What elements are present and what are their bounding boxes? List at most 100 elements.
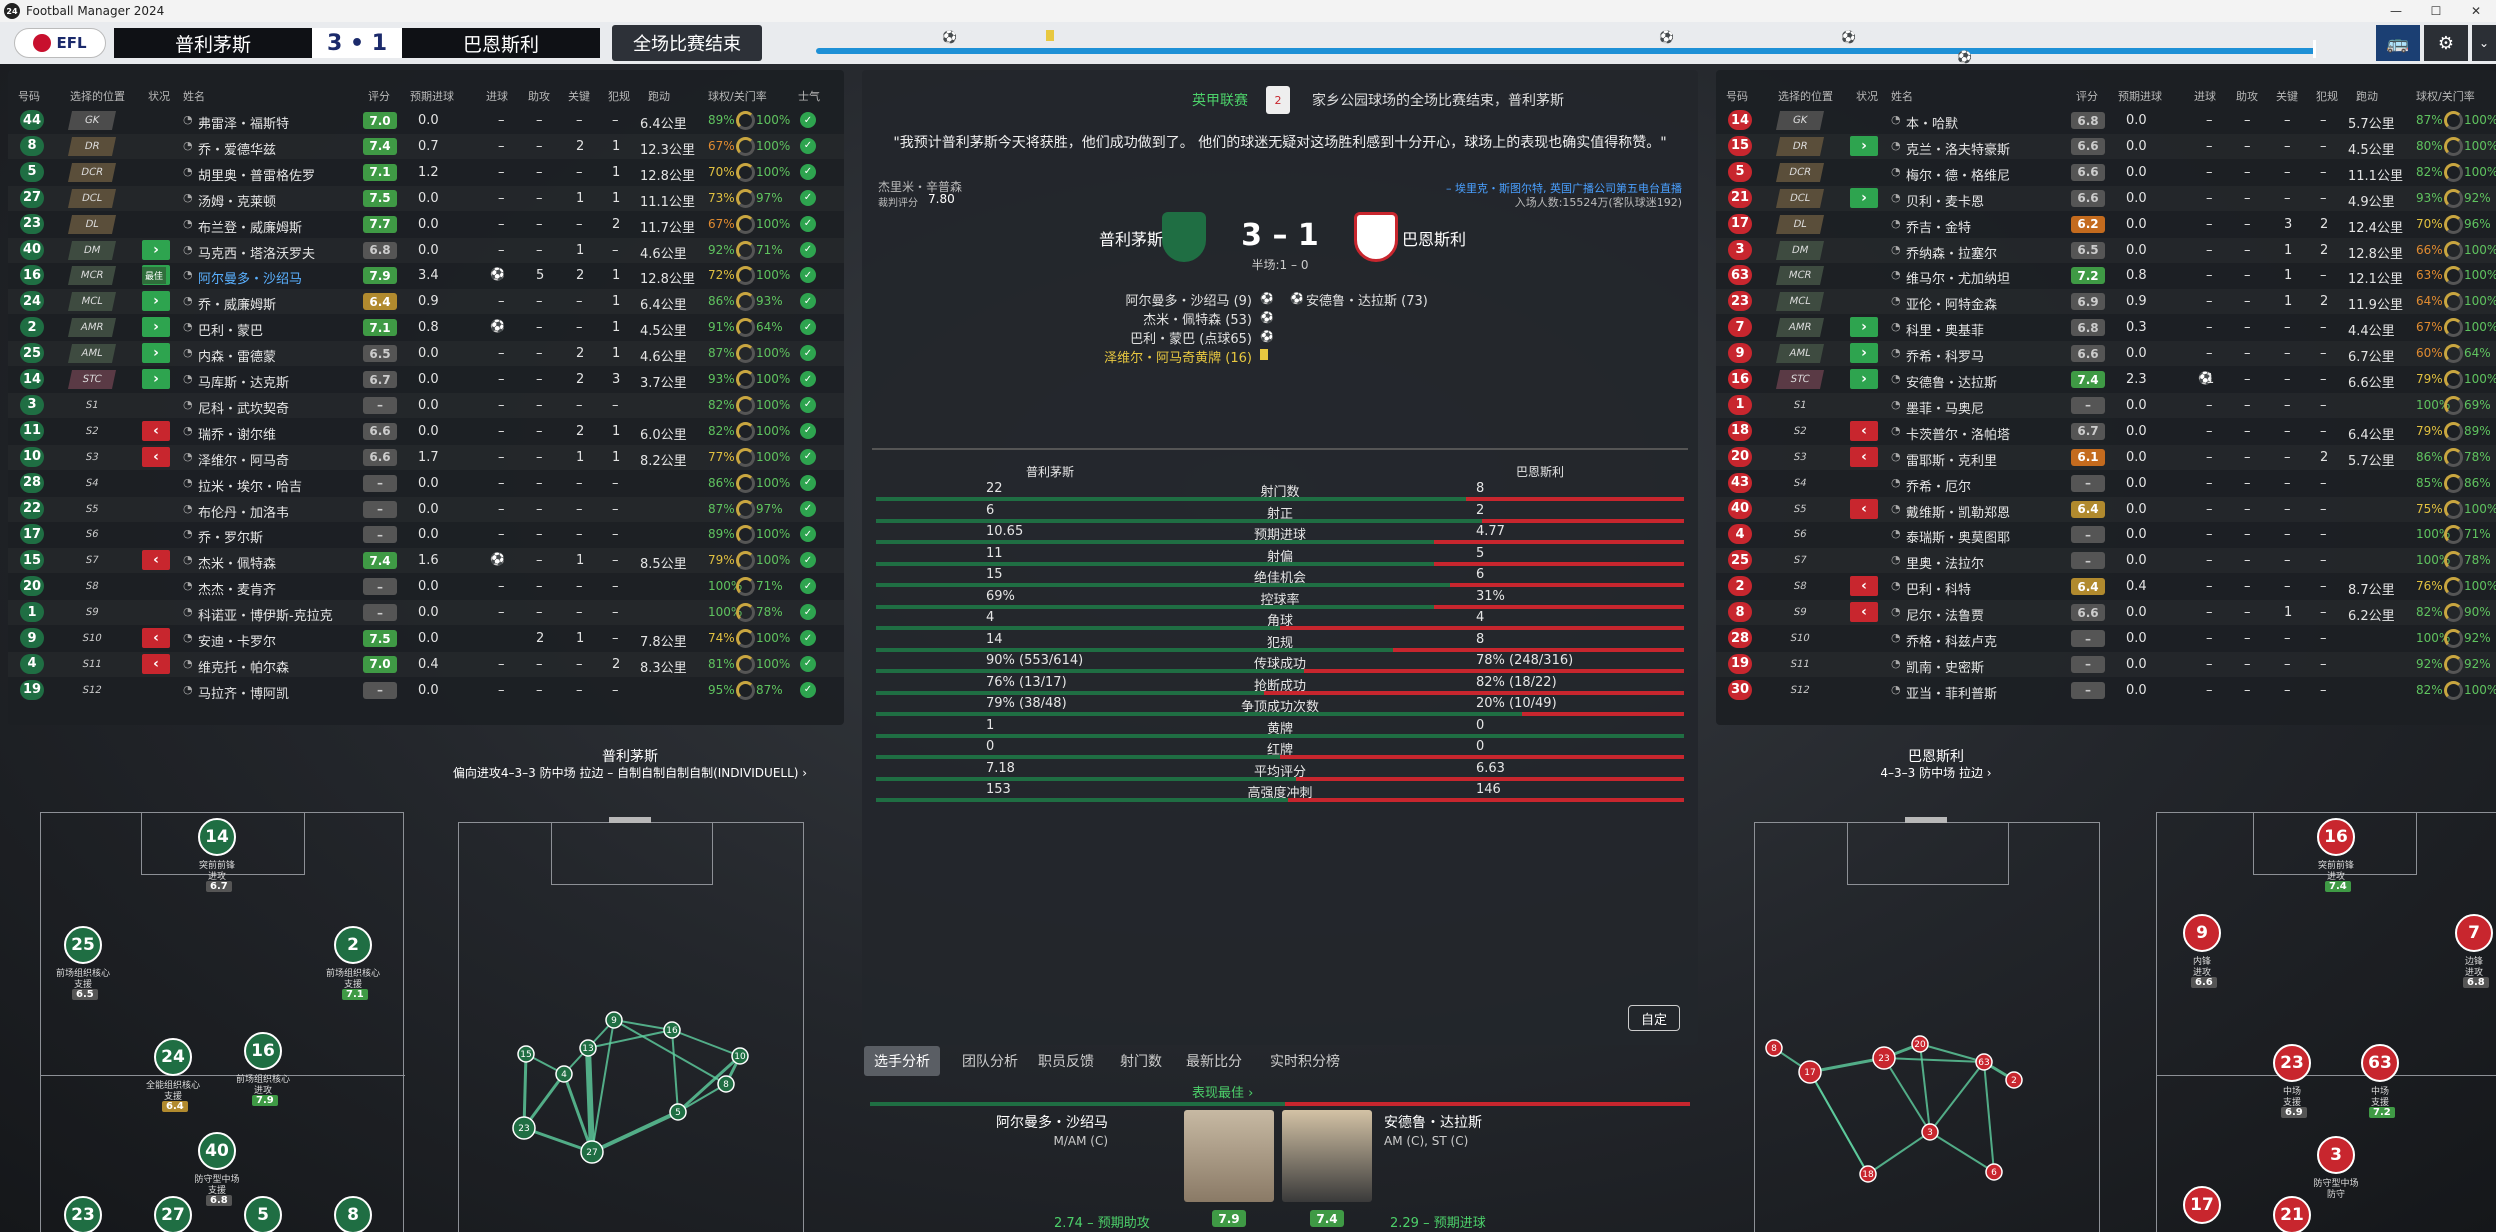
player-row[interactable]: 23 MCL ◔ 亚伦・阿特金森 6.9 0.9 – – 1 2 11.9公里 64% 100% [1716,289,2496,314]
formation-player[interactable]: 9 [2183,914,2221,952]
player-row[interactable]: 21 DCL › ◔ 贝利・麦卡恩 6.6 0.0 – – – – 4.9公里 93% 92% [1716,186,2496,211]
column-header[interactable]: 状况 [1856,88,1878,104]
player-name[interactable]: 马库斯・达克斯 [198,372,289,391]
player-row[interactable]: 43 S4 ◔ 乔希・厄尔 – 0.0 – – – – 85% 86% [1716,471,2496,496]
player-row[interactable]: 2 S8 ‹ ◔ 巴利・科特 6.4 0.4 – – – – 8.7公里 76% 100% [1716,574,2496,599]
player-row[interactable]: 4 S6 ◔ 泰瑞斯・奥莫图耶 –0.0– – – –100% 71% [1716,522,2496,547]
player-name[interactable]: 本・哈默 [1906,113,1958,132]
player-name[interactable]: 乔希・科罗马 [1906,346,1984,365]
player-name[interactable]: 乔格・科兹卢克 [1906,631,1997,650]
column-header[interactable]: 进球 [486,88,508,104]
column-header[interactable]: 进球 [2194,88,2216,104]
player-row[interactable]: 17 DL ◔ 乔吉・金特 6.2 0.0 – – 3 2 12.4公里 70% 96% [1716,212,2496,237]
formation-player[interactable]: 23 [64,1196,102,1232]
player-name[interactable]: 泽维尔・阿马奇 [198,450,289,469]
player-row[interactable]: 18 S2 ‹ ◔ 卡茨普尔・洛帕塔 6.7 0.0 – – – – 6.4公里 79% 89% [1716,419,2496,444]
column-header[interactable]: 号码 [1726,88,1748,104]
formation-player[interactable]: 3 [2317,1136,2355,1174]
player-row[interactable]: 7 AMR › ◔ 科里・奥基菲 6.8 0.3 – – – – 4.4公里 67% 100% [1716,315,2496,340]
tab-0[interactable]: 选手分析 [864,1046,940,1076]
home-goal-event[interactable]: 巴利・蒙巴 (点球65) [1130,328,1252,347]
player-name[interactable]: 克兰・洛夫特豪斯 [1906,139,2010,158]
gear-icon[interactable]: ⚙ [2424,25,2468,61]
player-name[interactable]: 乔・爱德华兹 [198,139,276,158]
formation-player[interactable]: 7 [2455,914,2493,952]
chevron-down-icon[interactable]: ⌄ [2472,25,2496,61]
player-name[interactable]: 维克托・帕尔森 [198,657,289,676]
player-row[interactable]: 40 DM › ◔ 马克西・塔洛沃罗夫 6.8 0.0 – – 1 – 4.6公里 92% 71% ✓ [8,238,844,263]
pass-node[interactable]: 6 [1985,1163,2003,1181]
player-name[interactable]: 乔・威廉姆斯 [198,294,276,313]
pass-node[interactable]: 23 [512,1116,536,1140]
player-row[interactable]: 4 S11 ‹ ◔ 维克托・帕尔森 7.0 0.4 – – – 2 8.3公里 81% 100% ✓ [8,652,844,677]
player-name[interactable]: 弗雷泽・福斯特 [198,113,289,132]
player-row[interactable]: 14 GK ◔ 本・哈默 6.8 0.0 – – – – 5.7公里 87% 100% [1716,108,2496,133]
formation-player[interactable]: 14 [198,818,236,856]
pass-node[interactable]: 20 [1911,1035,1929,1053]
home-goal-event[interactable]: 杰米・佩特森 (53) [1143,309,1252,328]
player-row[interactable]: 19 S12 ◔ 马拉齐・博阿凯 – 0.0 – – – – 95% 87% ✓ [8,678,844,703]
column-header[interactable]: 预期进球 [2118,88,2162,104]
formation-player[interactable]: 8 [334,1196,372,1232]
player-row[interactable]: 15 DR › ◔ 克兰・洛夫特豪斯 6.6 0.0 – – – – 4.5公里 80% 100% [1716,134,2496,159]
player-name[interactable]: 科里・奥基菲 [1906,320,1984,339]
player-row[interactable]: 8 DR ◔ 乔・爱德华兹 7.4 0.7 – – 2 1 12.3公里 67% 100% ✓ [8,134,844,159]
away-crest-icon[interactable] [1354,212,1398,262]
player-row[interactable]: 20 S8 ◔ 杰杰・麦肯齐 –0.0– – – –100% 71% ✓ [8,574,844,599]
player-name[interactable]: 乔吉・金特 [1906,217,1971,236]
pass-node[interactable]: 4 [555,1065,573,1083]
player-row[interactable]: 44 GK ◔ 弗雷泽・福斯特 7.0 0.0 – – – – 6.4公里 89% 100% ✓ [8,108,844,133]
column-header[interactable]: 状况 [148,88,170,104]
player-name[interactable]: 乔希・厄尔 [1906,476,1971,495]
player-name[interactable]: 瑞乔・谢尔维 [198,424,276,443]
pass-node[interactable]: 10 [731,1047,749,1065]
maximize-button[interactable]: ☐ [2416,0,2456,22]
player-row[interactable]: 3 S1 ◔ 尼科・武坎契奇 – 0.0 – – – – 82% 100% ✓ [8,393,844,418]
formation-player[interactable]: 2 [334,926,372,964]
player-row[interactable]: 22 S5 ◔ 布伦丹・加洛韦 – 0.0 – – – – 87% 97% ✓ [8,497,844,522]
league-badge[interactable]: EFL [14,28,106,58]
pass-node[interactable]: 3 [1921,1123,1939,1141]
player-name[interactable]: 戴维斯・凯勒郑恩 [1906,502,2010,521]
away-goal-event[interactable]: 安德鲁・达拉斯 (73) [1306,290,1428,309]
column-header[interactable]: 选择的位置 [70,88,125,104]
player-row[interactable]: 23 DL ◔ 布兰登・威廉姆斯 7.7 0.0 – – – 2 11.7公里 67% 100% ✓ [8,212,844,237]
home-tactic-formation[interactable]: 偏向进攻4–3–3 防中场 拉边 – 自制自制自制自制(INDIVIDUELL)… [410,764,850,781]
match-timeline[interactable]: ⚽ ⚽ ⚽ ⚽ [810,30,2316,64]
pass-node[interactable]: 8 [717,1075,735,1093]
close-button[interactable]: ✕ [2456,0,2496,22]
player-name[interactable]: 里奥・法拉尔 [1906,553,1984,572]
player-name[interactable]: 维马尔・尤加纳坦 [1906,268,2010,287]
player-row[interactable]: 14 STC › ◔ 马库斯・达克斯 6.7 0.0 – – 2 3 3.7公里 93% 100% ✓ [8,367,844,392]
pass-node[interactable]: 15 [517,1045,535,1063]
player-row[interactable]: 30 S12 ◔ 亚当・菲利普斯 – 0.0 – – – – 82% 100% [1716,678,2496,703]
player-row[interactable]: 1 S9 ◔ 科诺亚・博伊斯-克拉克 –0.0– – – –100% 78% ✓ [8,600,844,625]
player-row[interactable]: 28 S4 ◔ 拉米・埃尔・哈吉 – 0.0 – – – – 86% 100% ✓ [8,471,844,496]
player-name[interactable]: 胡里奥・普雷格佐罗 [198,165,315,184]
tab-5[interactable]: 实时积分榜 [1260,1046,1350,1076]
player-name[interactable]: 杰杰・麦肯齐 [198,579,276,598]
home-goal-event[interactable]: 阿尔曼多・沙绍马 (9) [1125,290,1252,309]
column-header[interactable]: 评分 [368,88,390,104]
player-name[interactable]: 安德鲁・达拉斯 [1906,372,1997,391]
column-header[interactable]: 助攻 [2236,88,2258,104]
player-name[interactable]: 贝利・麦卡恩 [1906,191,1984,210]
player-name[interactable]: 梅尔・德・格维尼 [1906,165,2010,184]
formation-player[interactable]: 16 [2317,818,2355,856]
tab-2[interactable]: 职员反馈 [1028,1046,1104,1076]
best-performers-title[interactable]: 表现最佳 › [1192,1082,1253,1101]
player-row[interactable]: 40 S5 ‹ ◔ 戴维斯・凯勒郑恩 6.4 0.0 – – – – 75% 100% [1716,497,2496,522]
column-header[interactable]: 球权/关门率 [708,88,767,104]
player-row[interactable]: 8 S9 ‹ ◔ 尼尔・法鲁贾 6.6 0.0 – – 1 – 6.2公里 82% 90% [1716,600,2496,625]
formation-player[interactable]: 40 [198,1132,236,1170]
best-away-name[interactable]: 安德鲁・达拉斯 [1384,1112,1482,1132]
away-team-name[interactable]: 巴恩斯利 [402,28,600,58]
pass-node[interactable]: 13 [579,1039,597,1057]
player-row[interactable]: 3 DM ◔ 乔纳森・拉塞尔 6.5 0.0 – – 1 2 12.8公里 66% 100% [1716,238,2496,263]
player-name[interactable]: 布兰登・威廉姆斯 [198,217,302,236]
formation-player[interactable]: 21 [2273,1196,2311,1232]
away-tactic-formation[interactable]: 4–3–3 防中场 拉边 › [1716,764,2156,781]
player-row[interactable]: 9S10‹◔安迪・卡罗尔7.50.0121–7.8公里74%100%✓ [8,626,844,651]
formation-player[interactable]: 23 [2273,1044,2311,1082]
best-home-photo[interactable] [1184,1110,1274,1202]
